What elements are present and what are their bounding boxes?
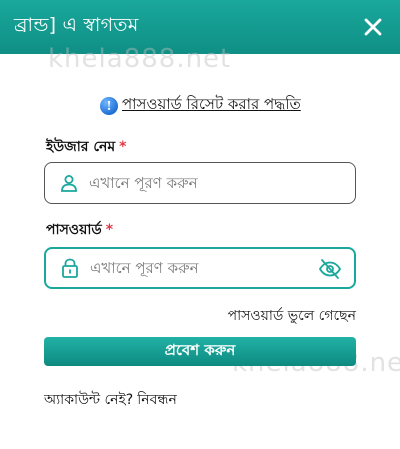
help-link-label: পাসওয়ার্ড রিসেট করার পদ্ধতি [122, 95, 301, 113]
user-icon [59, 173, 79, 193]
eye-hidden-icon[interactable] [318, 258, 342, 280]
password-label-text: পাসওয়ার্ড [46, 222, 102, 238]
password-reset-help-link[interactable]: ! পাসওয়ার্ড রিসেট করার পদ্ধতি [100, 93, 301, 118]
username-label-text: ইউজার নেম [46, 139, 116, 155]
required-mark: * [119, 139, 127, 155]
close-icon[interactable] [358, 12, 388, 42]
username-field[interactable] [44, 162, 356, 204]
password-input[interactable] [90, 259, 320, 277]
username-input[interactable] [89, 174, 319, 192]
lock-icon [60, 258, 80, 278]
username-label: ইউজার নেম * [46, 135, 127, 159]
info-icon: ! [100, 96, 118, 115]
required-mark: * [105, 222, 114, 238]
login-button[interactable]: প্রবেশ করুন [44, 337, 356, 366]
password-field[interactable] [44, 247, 356, 289]
register-prompt: অ্যাকাউন্ট নেই? [44, 392, 134, 408]
modal-title: ব্রান্ড] এ স্বাগতম [14, 14, 139, 36]
forgot-password-link[interactable]: পাসওয়ার্ড ভুলে গেছেন [228, 304, 356, 328]
register-link[interactable]: নিবন্ধন [137, 388, 177, 412]
password-label: পাসওয়ার্ড * [46, 218, 113, 242]
register-row: অ্যাকাউন্ট নেই? নিবন্ধন [44, 388, 177, 412]
modal-header: ব্রান্ড] এ স্বাগতম [0, 0, 400, 54]
